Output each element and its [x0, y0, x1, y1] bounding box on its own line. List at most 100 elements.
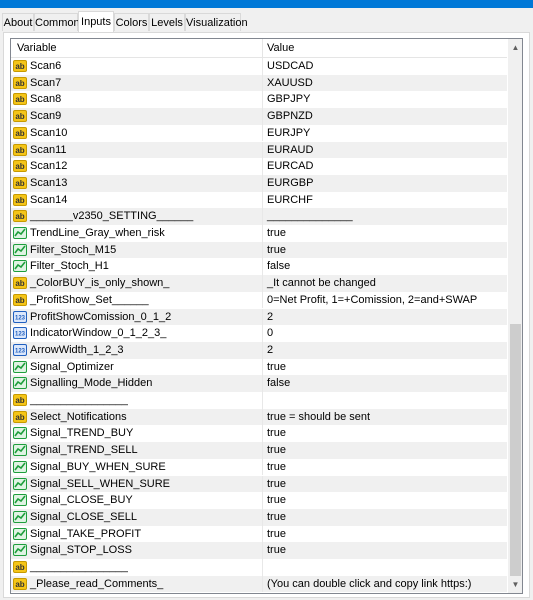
- cell-divider: [262, 442, 263, 459]
- table-row[interactable]: Signal_TAKE_PROFIT true: [11, 525, 507, 543]
- ab-string-icon: ab: [13, 561, 27, 573]
- ab-string-icon: ab: [13, 126, 27, 139]
- variable-value[interactable]: 2: [267, 311, 273, 323]
- table-row[interactable]: Signal_Optimizer true: [11, 358, 507, 376]
- table-row[interactable]: ab Scan10 EURJPY: [11, 124, 507, 142]
- svg-text:123: 123: [15, 332, 26, 338]
- table-row[interactable]: Signal_CLOSE_SELL true: [11, 508, 507, 526]
- table-row[interactable]: ab Scan11 EURAUD: [11, 141, 507, 159]
- ab-string-icon: ab: [13, 293, 27, 306]
- variable-name: Scan6: [30, 60, 62, 72]
- variable-name: Select_Notifications: [30, 410, 127, 423]
- variable-value[interactable]: ______________: [267, 210, 353, 222]
- variable-value[interactable]: GBPNZD: [267, 110, 313, 122]
- table-row[interactable]: Signal_CLOSE_BUY true: [11, 492, 507, 509]
- variable-name: Signal_SELL_WHEN_SURE: [30, 477, 171, 490]
- table-row[interactable]: ab ________________: [11, 559, 507, 576]
- variable-value[interactable]: true: [267, 494, 286, 506]
- table-row[interactable]: Signal_STOP_LOSS true: [11, 542, 507, 559]
- table-row[interactable]: Signal_TREND_BUY true: [11, 425, 507, 443]
- variable-value[interactable]: EURAUD: [267, 144, 313, 156]
- cell-divider: [262, 341, 263, 359]
- variable-value[interactable]: true: [267, 478, 286, 490]
- variable-value[interactable]: true: [267, 511, 286, 523]
- table-row[interactable]: TrendLine_Gray_when_risk true: [11, 225, 507, 242]
- table-row[interactable]: ab ________________: [11, 392, 507, 409]
- variable-value[interactable]: XAUUSD: [267, 77, 313, 89]
- variable-value[interactable]: GBPJPY: [267, 93, 310, 105]
- scrollbar-thumb[interactable]: [510, 324, 521, 576]
- variable-value[interactable]: 2: [267, 344, 273, 356]
- variable-value[interactable]: true: [267, 528, 286, 540]
- table-row[interactable]: Filter_Stoch_M15 true: [11, 241, 507, 259]
- table-row[interactable]: ab Scan12 EURCAD: [11, 158, 507, 175]
- variable-value[interactable]: EURCAD: [267, 160, 313, 172]
- tab-levels[interactable]: Levels: [149, 13, 185, 31]
- tab-common[interactable]: Common: [34, 13, 80, 31]
- variable-value[interactable]: true = should be sent: [267, 411, 370, 423]
- variable-value[interactable]: _It cannot be changed: [267, 277, 376, 289]
- variable-value[interactable]: 0=Net Profit, 1=+Comission, 2=and+SWAP: [267, 294, 477, 306]
- variable-value[interactable]: true: [267, 461, 286, 473]
- table-row[interactable]: Filter_Stoch_H1 false: [11, 258, 507, 276]
- ab-string-icon: ab: [13, 93, 27, 106]
- table-row[interactable]: ab _ColorBUY_is_only_shown_ _It cannot be …: [11, 275, 507, 292]
- variable-name: Scan8: [30, 93, 62, 106]
- cell-divider: [262, 392, 263, 409]
- ab-string-icon: ab: [13, 193, 27, 206]
- svg-text:ab: ab: [15, 279, 24, 288]
- variable-value[interactable]: true: [267, 244, 286, 256]
- tab-visualization[interactable]: Visualization: [185, 13, 248, 31]
- cell-divider: [262, 225, 263, 242]
- table-row[interactable]: ab Select_Notifications true = should be s…: [11, 408, 507, 426]
- table-row[interactable]: ab Scan13 EURGBP: [11, 174, 507, 192]
- table-row[interactable]: Signal_TREND_SELL true: [11, 442, 507, 459]
- variable-value[interactable]: EURCHF: [267, 194, 313, 206]
- tab-about[interactable]: About: [2, 13, 34, 31]
- window-title-bar: [0, 0, 533, 8]
- variable-value[interactable]: false: [267, 260, 290, 272]
- table-row[interactable]: ab Scan7 XAUUSD: [11, 74, 507, 92]
- ab-string-icon: ab: [13, 60, 27, 72]
- table-row[interactable]: Signal_SELL_WHEN_SURE true: [11, 475, 507, 493]
- bool-chart-icon: [13, 460, 27, 473]
- variable-value[interactable]: EURJPY: [267, 127, 310, 139]
- tab-inputs[interactable]: Inputs: [78, 11, 114, 32]
- table-row[interactable]: Signal_BUY_WHEN_SURE true: [11, 458, 507, 476]
- column-header-value[interactable]: Value: [267, 42, 294, 54]
- scroll-down-icon[interactable]: ▼: [508, 576, 522, 593]
- cell-divider: [262, 492, 263, 509]
- cell-divider: [262, 525, 263, 543]
- variable-value[interactable]: (You can double click and copy link http…: [267, 578, 471, 590]
- table-row[interactable]: 123 ProfitShowComission_0_1_2 2: [11, 308, 507, 326]
- bool-chart-icon: [13, 377, 27, 390]
- variable-value[interactable]: true: [267, 361, 286, 373]
- variable-name: Signal_CLOSE_SELL: [30, 510, 138, 523]
- variable-value[interactable]: true: [267, 227, 286, 239]
- vertical-scrollbar[interactable]: ▲ ▼: [508, 39, 522, 593]
- scroll-up-icon[interactable]: ▲: [508, 39, 522, 56]
- variable-value[interactable]: USDCAD: [267, 60, 313, 72]
- variable-value[interactable]: false: [267, 377, 290, 389]
- table-row[interactable]: ab Scan14 EURCHF: [11, 191, 507, 209]
- variable-value[interactable]: true: [267, 544, 286, 556]
- table-row[interactable]: 123 IndicatorWindow_0_1_2_3_ 0: [11, 325, 507, 342]
- table-row[interactable]: ab _ProfitShow_Set______ 0=Net Profit, 1=+…: [11, 291, 507, 309]
- table-row[interactable]: ab Scan8 GBPJPY: [11, 91, 507, 109]
- table-row[interactable]: Signalling_Mode_Hidden false: [11, 375, 507, 392]
- table-row[interactable]: ab _______v2350_SETTING______ ____________…: [11, 208, 507, 225]
- ab-string-icon: ab: [13, 210, 27, 223]
- table-row[interactable]: ab Scan6 USDCAD: [11, 58, 507, 75]
- table-row[interactable]: 123 ArrowWidth_1_2_3 2: [11, 341, 507, 359]
- cell-divider: [262, 241, 263, 259]
- column-header-variable[interactable]: Variable: [17, 42, 57, 54]
- variable-value[interactable]: true: [267, 444, 286, 456]
- variable-value[interactable]: true: [267, 427, 286, 439]
- table-row[interactable]: ab Scan9 GBPNZD: [11, 108, 507, 125]
- variable-value[interactable]: 0: [267, 327, 273, 339]
- tab-colors[interactable]: Colors: [114, 13, 149, 31]
- variable-value[interactable]: EURGBP: [267, 177, 313, 189]
- column-divider[interactable]: [262, 39, 263, 57]
- cell-divider: [262, 475, 263, 493]
- table-row[interactable]: ab _Please_read_Comments_ (You can double …: [11, 575, 507, 593]
